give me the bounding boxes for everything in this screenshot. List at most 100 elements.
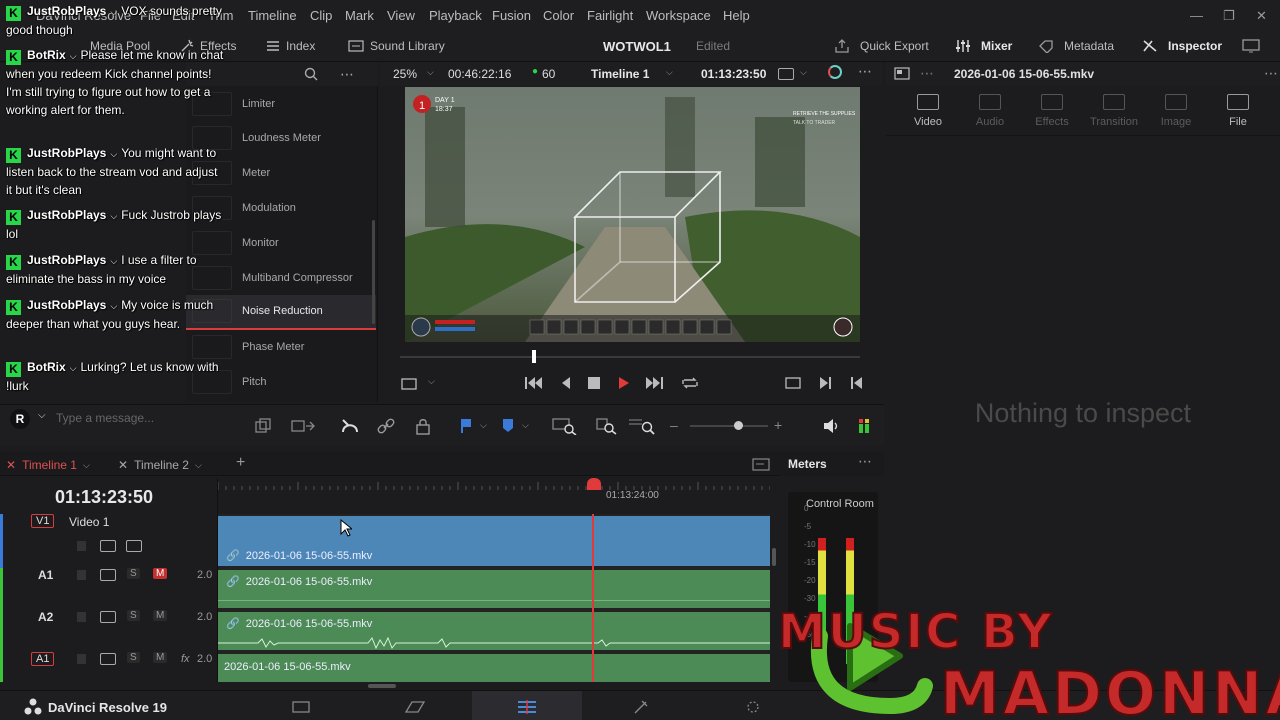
viewer-timeline-name[interactable]: Timeline 1 [591,67,649,81]
next-clip-icon[interactable] [818,376,832,390]
audio-clip-a3[interactable]: 2026-01-06 15-06-55.mkv [218,654,770,682]
disable-video-track-icon[interactable] [126,540,142,552]
crop-tool-icon[interactable] [400,377,418,391]
audio-clip-a1[interactable]: 🔗 2026-01-06 15-06-55.mkv [218,570,770,608]
viewer-options-icon[interactable]: ⋯ [858,63,872,80]
solo-button[interactable]: S [127,568,140,579]
mute-button[interactable]: M [153,652,168,663]
more-options-icon[interactable]: ⋯ [340,66,355,83]
mode-chevron-icon[interactable]: ⌵ [800,67,807,78]
media-page-icon[interactable] [292,700,310,714]
play-icon[interactable] [618,376,630,390]
viewer-tool-chevron-icon[interactable]: ⌵ [428,376,435,387]
tab-chevron-icon[interactable]: ⌵ [195,460,202,471]
color-page-icon[interactable] [744,699,762,715]
zoom-in-icon[interactable]: + [774,417,782,433]
tab-timeline-2[interactable]: ✕ Timeline 2 ⌵ [118,458,202,472]
edit-page-icon[interactable] [516,699,538,715]
playhead-line[interactable] [592,514,594,682]
timeline-vscroll[interactable] [772,548,776,566]
auto-select-icon[interactable] [100,653,116,665]
menu-fusion[interactable]: Fusion [492,8,531,23]
timeline-hscroll[interactable] [368,684,396,688]
close-tab-icon[interactable]: ✕ [118,458,128,472]
chat-avatar[interactable]: R [10,409,30,429]
tab-chevron-icon[interactable]: ⌵ [83,460,90,471]
auto-select-icon[interactable] [100,611,116,623]
match-frame-icon[interactable] [784,376,802,390]
zoom-full-icon[interactable] [552,417,578,435]
chat-input[interactable]: Type a message... [56,411,154,425]
inspector-tab-video[interactable]: Video [898,94,958,128]
video-viewer[interactable]: 1 DAY 1 18:37 RETRIEVE THE SUPPLIES TALK… [405,87,860,342]
chat-username[interactable]: JustRobPlays [27,298,106,312]
chat-avatar-chevron-icon[interactable]: ⌵ [38,410,46,421]
minimize-icon[interactable]: — [1190,8,1203,23]
quick-export-button[interactable]: Quick Export [834,39,929,53]
search-icon[interactable] [304,67,318,81]
solo-button[interactable]: S [127,610,140,621]
flag-chevron-icon[interactable]: ⌵ [480,420,487,431]
menu-timeline[interactable]: Timeline [248,8,297,23]
menu-help[interactable]: Help [723,8,750,23]
chat-username[interactable]: JustRobPlays [27,253,106,267]
link-icon[interactable] [376,417,396,435]
track-id-a1[interactable]: A1 [35,568,56,582]
lock-track-icon[interactable] [77,612,86,622]
auto-select-icon[interactable] [100,540,116,552]
menu-playback[interactable]: Playback [429,8,482,23]
cut-page-icon[interactable] [402,700,426,714]
close-icon[interactable]: ✕ [1256,8,1267,24]
mute-button-active[interactable]: M [153,568,168,579]
menu-clip[interactable]: Clip [310,8,332,23]
menu-view[interactable]: View [387,8,415,23]
play-reverse-icon[interactable] [560,376,572,390]
metadata-button[interactable]: Metadata [1038,39,1114,53]
auto-select-icon[interactable] [100,569,116,581]
trim-tool-icon[interactable] [254,417,272,435]
flag-icon[interactable] [460,418,472,434]
lock-track-icon[interactable] [77,570,86,580]
fullscreen-button[interactable] [1242,39,1260,53]
add-timeline-icon[interactable]: + [236,454,245,472]
chat-username[interactable]: BotRix [27,48,66,62]
inspector-tab-file[interactable]: File [1208,94,1268,128]
skip-end-icon[interactable] [644,376,664,390]
track-header-a3[interactable]: A1 S M fx 2.0 [0,652,218,682]
video-clip[interactable]: 🔗 2026-01-06 15-06-55.mkv [218,516,770,566]
inspector-tab-effects[interactable]: Effects [1022,94,1082,128]
stop-icon[interactable] [588,377,600,389]
lock-track-icon[interactable] [77,541,86,551]
zoom-custom-icon[interactable] [628,417,656,435]
audio-meter-icon[interactable] [858,418,870,434]
chat-username[interactable]: BotRix [27,360,66,374]
track-header-a2[interactable]: A2 S M 2.0 [0,610,218,652]
track-header-v1[interactable]: V1 Video 1 [0,514,218,568]
playhead-handle[interactable] [587,478,601,490]
fx-indicator[interactable]: fx [181,653,190,665]
lock-icon[interactable] [414,417,432,435]
menu-color[interactable]: Color [543,8,574,23]
restore-icon[interactable]: ❐ [1223,8,1235,24]
zoom-slider-track[interactable] [690,425,768,427]
loop-icon[interactable] [680,376,700,390]
inspector-tab-transition[interactable]: Transition [1084,94,1144,128]
track-id-a3[interactable]: A1 [31,652,55,666]
effects-scrollbar[interactable] [372,220,375,324]
replace-clip-icon[interactable] [290,417,316,435]
snapping-icon[interactable] [340,417,360,435]
track-id-a2[interactable]: A2 [35,610,56,624]
menu-fairlight[interactable]: Fairlight [587,8,633,23]
menu-workspace[interactable]: Workspace [646,8,711,23]
mixer-button[interactable]: Mixer [955,39,1012,53]
solo-button[interactable]: S [127,652,140,663]
viewer-playhead[interactable] [532,350,536,363]
zoom-detail-icon[interactable] [596,417,618,435]
zoom-chevron-icon[interactable]: ⌵ [427,67,434,78]
prev-clip-icon[interactable] [850,376,864,390]
marker-chevron-icon[interactable]: ⌵ [522,420,529,431]
index-button[interactable]: Index [266,39,315,53]
inspector-tab-audio[interactable]: Audio [960,94,1020,128]
zoom-slider-handle[interactable] [734,421,743,430]
meters-options-icon[interactable]: ⋯ [858,453,872,470]
